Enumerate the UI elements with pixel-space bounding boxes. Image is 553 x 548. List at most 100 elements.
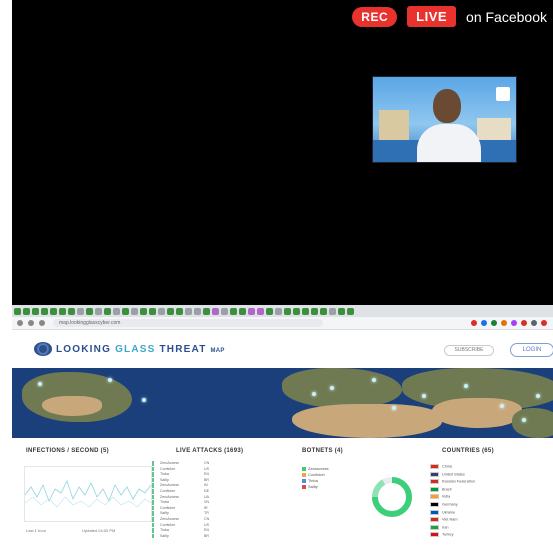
browser-tab[interactable] xyxy=(266,307,273,315)
browser-tab-bar[interactable] xyxy=(12,305,553,317)
browser-tab[interactable] xyxy=(23,307,30,315)
browser-tab[interactable] xyxy=(230,307,237,315)
browser-tab[interactable] xyxy=(131,307,138,315)
browser-tab[interactable] xyxy=(185,307,192,315)
logo-accent-text: GLASS xyxy=(115,344,156,355)
browser-tab[interactable] xyxy=(347,307,354,315)
botnet-donut-chart xyxy=(372,477,412,517)
threat-world-map[interactable] xyxy=(12,368,553,438)
country-flag-icon xyxy=(430,471,439,477)
chart-footer-right: Updated 04:00 PM xyxy=(82,528,116,533)
attack-country: UA xyxy=(204,494,209,499)
browser-tab[interactable] xyxy=(302,307,309,315)
legend-swatch xyxy=(302,478,306,483)
attack-country: BR xyxy=(204,533,209,538)
country-flag-icon xyxy=(430,464,439,469)
subscribe-link[interactable]: SUBSCRIBE xyxy=(444,345,494,356)
attack-row: Tinba RU xyxy=(152,472,274,477)
browser-tab[interactable] xyxy=(293,307,300,315)
extension-icon[interactable] xyxy=(491,320,497,326)
browser-tab[interactable] xyxy=(113,307,120,315)
corner-logo-icon xyxy=(496,87,510,101)
browser-tab[interactable] xyxy=(257,307,264,315)
extension-icon[interactable] xyxy=(531,320,537,326)
browser-tab[interactable] xyxy=(77,307,84,315)
attack-name: Conficker xyxy=(160,488,176,493)
browser-tab[interactable] xyxy=(59,307,66,315)
extension-icon[interactable] xyxy=(541,320,547,326)
browser-tab[interactable] xyxy=(212,307,219,315)
botnet-legend-item: Zeroaccess xyxy=(302,466,329,471)
extension-icon[interactable] xyxy=(501,320,507,326)
botnet-legend-item: Sality xyxy=(302,484,318,489)
browser-tab[interactable] xyxy=(248,307,255,315)
country-name: Ukraine xyxy=(442,510,456,515)
browser-tab[interactable] xyxy=(50,307,57,315)
attack-row: ZeroAccess CN xyxy=(152,461,274,466)
country-flag-icon xyxy=(430,479,439,485)
browser-tab[interactable] xyxy=(320,307,327,315)
attack-name: ZeroAccess xyxy=(160,461,179,465)
attack-row-marker xyxy=(152,533,154,539)
extension-icon[interactable] xyxy=(511,320,517,326)
browser-address-bar: map.lookingglasscyber.com xyxy=(12,317,553,330)
browser-tab[interactable] xyxy=(86,307,93,315)
attack-name: ZeroAccess xyxy=(160,516,179,521)
attack-row-marker xyxy=(152,500,154,505)
browser-tab[interactable] xyxy=(284,307,291,315)
legend-swatch xyxy=(302,472,306,477)
browser-tab[interactable] xyxy=(329,307,336,315)
forward-icon[interactable] xyxy=(28,320,34,326)
attack-row-marker xyxy=(152,461,154,466)
extension-icon[interactable] xyxy=(521,320,527,326)
login-button[interactable]: LOGIN xyxy=(510,343,553,357)
browser-tab[interactable] xyxy=(167,307,174,315)
browser-tab[interactable] xyxy=(311,307,318,315)
country-flag-icon xyxy=(430,532,439,538)
attack-name: ZeroAccess xyxy=(160,483,179,488)
extension-icon[interactable] xyxy=(471,320,477,326)
browser-tab[interactable] xyxy=(41,307,48,315)
attack-row: Tinba RU xyxy=(152,528,274,533)
browser-tab[interactable] xyxy=(203,307,210,315)
reload-icon[interactable] xyxy=(39,320,45,326)
attack-point xyxy=(312,392,316,396)
browser-tab[interactable] xyxy=(239,307,246,315)
building-shape xyxy=(379,110,409,140)
europe-shape xyxy=(282,368,402,408)
attack-row: Conficker DE xyxy=(152,488,274,494)
attack-country: RU xyxy=(204,528,210,533)
browser-tab[interactable] xyxy=(149,307,156,315)
back-icon[interactable] xyxy=(17,320,23,326)
attack-point xyxy=(392,406,396,410)
country-flag-icon xyxy=(430,517,439,523)
browser-tab[interactable] xyxy=(176,307,183,315)
botnet-name: Conficker xyxy=(308,472,325,477)
attack-name: Tinba xyxy=(160,472,169,477)
browser-tab[interactable] xyxy=(158,307,165,315)
site-header: LOOKING GLASS THREAT MAP SUBSCRIBE LOGIN xyxy=(12,331,553,368)
country-name: China xyxy=(442,464,452,469)
url-input[interactable]: map.lookingglasscyber.com xyxy=(53,319,323,327)
browser-tab[interactable] xyxy=(221,307,228,315)
browser-tab[interactable] xyxy=(14,307,21,315)
country-row: Brazil xyxy=(430,486,452,492)
browser-tab[interactable] xyxy=(194,307,201,315)
browser-tab[interactable] xyxy=(95,307,102,315)
chart-footer-left: Last 1 hour xyxy=(26,528,47,533)
legend-swatch xyxy=(302,484,306,489)
browser-tab[interactable] xyxy=(104,307,111,315)
live-attacks-title: LIVE ATTACKS (1693) xyxy=(176,448,244,454)
extension-icon[interactable] xyxy=(481,320,487,326)
browser-tab[interactable] xyxy=(122,307,129,315)
attack-row-marker xyxy=(152,477,154,483)
infections-sparkline xyxy=(24,479,152,508)
browser-tab[interactable] xyxy=(32,307,39,315)
browser-tab[interactable] xyxy=(140,307,147,315)
browser-tab[interactable] xyxy=(275,307,282,315)
browser-tab[interactable] xyxy=(338,307,345,315)
site-logo[interactable]: LOOKING GLASS THREAT MAP xyxy=(56,344,225,355)
browser-tab[interactable] xyxy=(68,307,75,315)
attack-name: Sality xyxy=(160,511,169,516)
attack-row-marker xyxy=(152,483,154,488)
